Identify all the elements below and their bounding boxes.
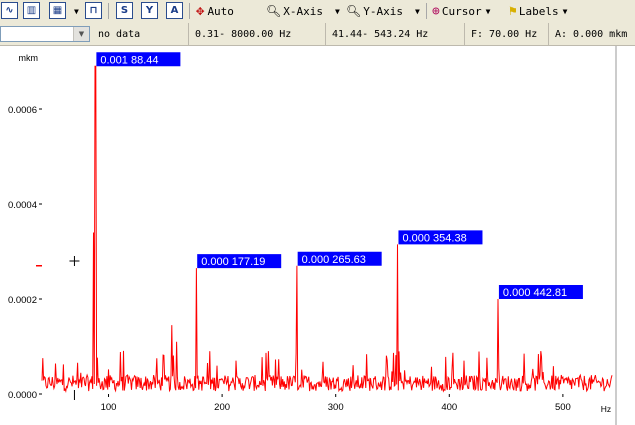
toolbar-separator (108, 3, 109, 19)
y-axis-button[interactable]: 🔍︎ Y-Axis ▼ (346, 2, 420, 20)
chevron-down-icon: ▼ (485, 6, 491, 16)
zoom-x-icon: 🔍︎ (266, 4, 282, 18)
labels-button[interactable]: ⚑ Labels ▼ (509, 2, 567, 20)
spectrum-chart[interactable]: mkm 0.0000 0.0002 0.0004 0.0006 100 200 300 400 5… (0, 46, 635, 425)
y-tick-label: 0.0000 (8, 390, 37, 401)
view-range: 41.44- 543.24 Hz (325, 23, 464, 45)
peak-label: 0.000 177.19 (201, 256, 265, 268)
peak-label: 0.001 88.44 (100, 54, 158, 66)
cursor-button[interactable]: ⊕ Cursor ▼ (432, 2, 490, 20)
x-axis-label: X-Axis (283, 4, 323, 18)
x-tick-label: 500 (555, 402, 571, 413)
flag-icon: ⚑ (509, 3, 517, 19)
frequency-range: 0.31- 8000.00 Hz (188, 23, 325, 45)
data-status: no data (98, 28, 141, 40)
chevron-down-icon[interactable]: ▼ (73, 27, 89, 41)
bar-chart-icon[interactable]: ▥ (23, 2, 40, 19)
spectrum-icon[interactable]: ⊓ (85, 2, 102, 19)
target-icon: ⊕ (432, 3, 440, 19)
peak-label: 0.000 354.38 (402, 232, 466, 244)
peak-label: 0.000 442.81 (503, 287, 567, 299)
chevron-down-icon: ▼ (414, 6, 420, 16)
toolbar: ∿ ▥ ▦ ▼ ⊓ S Y A ✥ Auto 🔍︎ X-Axis ▼ 🔍︎ Y-… (0, 0, 635, 24)
chevron-down-icon[interactable]: ▼ (70, 2, 79, 20)
y-tick-label: 0.0006 (8, 105, 37, 116)
y-axis-label: mkm (19, 53, 39, 63)
plot-area[interactable]: mkm 0.0000 0.0002 0.0004 0.0006 100 200 300 400 5… (0, 46, 635, 425)
x-tick-label: 400 (441, 402, 457, 413)
waveform-icon[interactable]: ∿ (1, 2, 18, 19)
x-tick-label: 200 (214, 402, 230, 413)
auto-button[interactable]: ✥ Auto (196, 2, 234, 20)
grid-chart-icon[interactable]: ▦ (49, 2, 66, 19)
s-tool-icon[interactable]: S (116, 2, 133, 19)
labels-label: Labels (518, 4, 559, 18)
y-axis-label: Y-Axis (363, 4, 403, 18)
cursor-amplitude: A: 0.000 mkm (548, 23, 635, 45)
move-icon: ✥ (196, 3, 205, 19)
y-tool-icon[interactable]: Y (141, 2, 158, 19)
x-axis-button[interactable]: 🔍︎ X-Axis ▼ (266, 2, 340, 20)
y-tick-label: 0.0004 (8, 200, 37, 211)
chevron-down-icon: ▼ (562, 6, 568, 16)
peak-label: 0.000 265.63 (302, 254, 366, 266)
y-tick-label: 0.0002 (8, 295, 37, 306)
cursor-frequency: F: 70.00 Hz (464, 23, 548, 45)
x-tick-label: 300 (328, 402, 344, 413)
x-axis-label: Hz (601, 404, 611, 414)
toolbar-separator (426, 3, 427, 19)
spectrum-series-line (41, 65, 613, 394)
x-tick-label: 100 (101, 402, 117, 413)
auto-label: Auto (207, 4, 234, 18)
channel-select[interactable]: ▼ (0, 26, 90, 42)
status-bar: ▼ no data 0.31- 8000.00 Hz 41.44- 543.24… (0, 23, 635, 46)
toolbar-separator (189, 3, 190, 19)
chevron-down-icon: ▼ (334, 6, 340, 16)
zoom-y-icon: 🔍︎ (346, 4, 362, 18)
a-tool-icon[interactable]: A (166, 2, 183, 19)
cursor-label: Cursor (441, 4, 482, 18)
